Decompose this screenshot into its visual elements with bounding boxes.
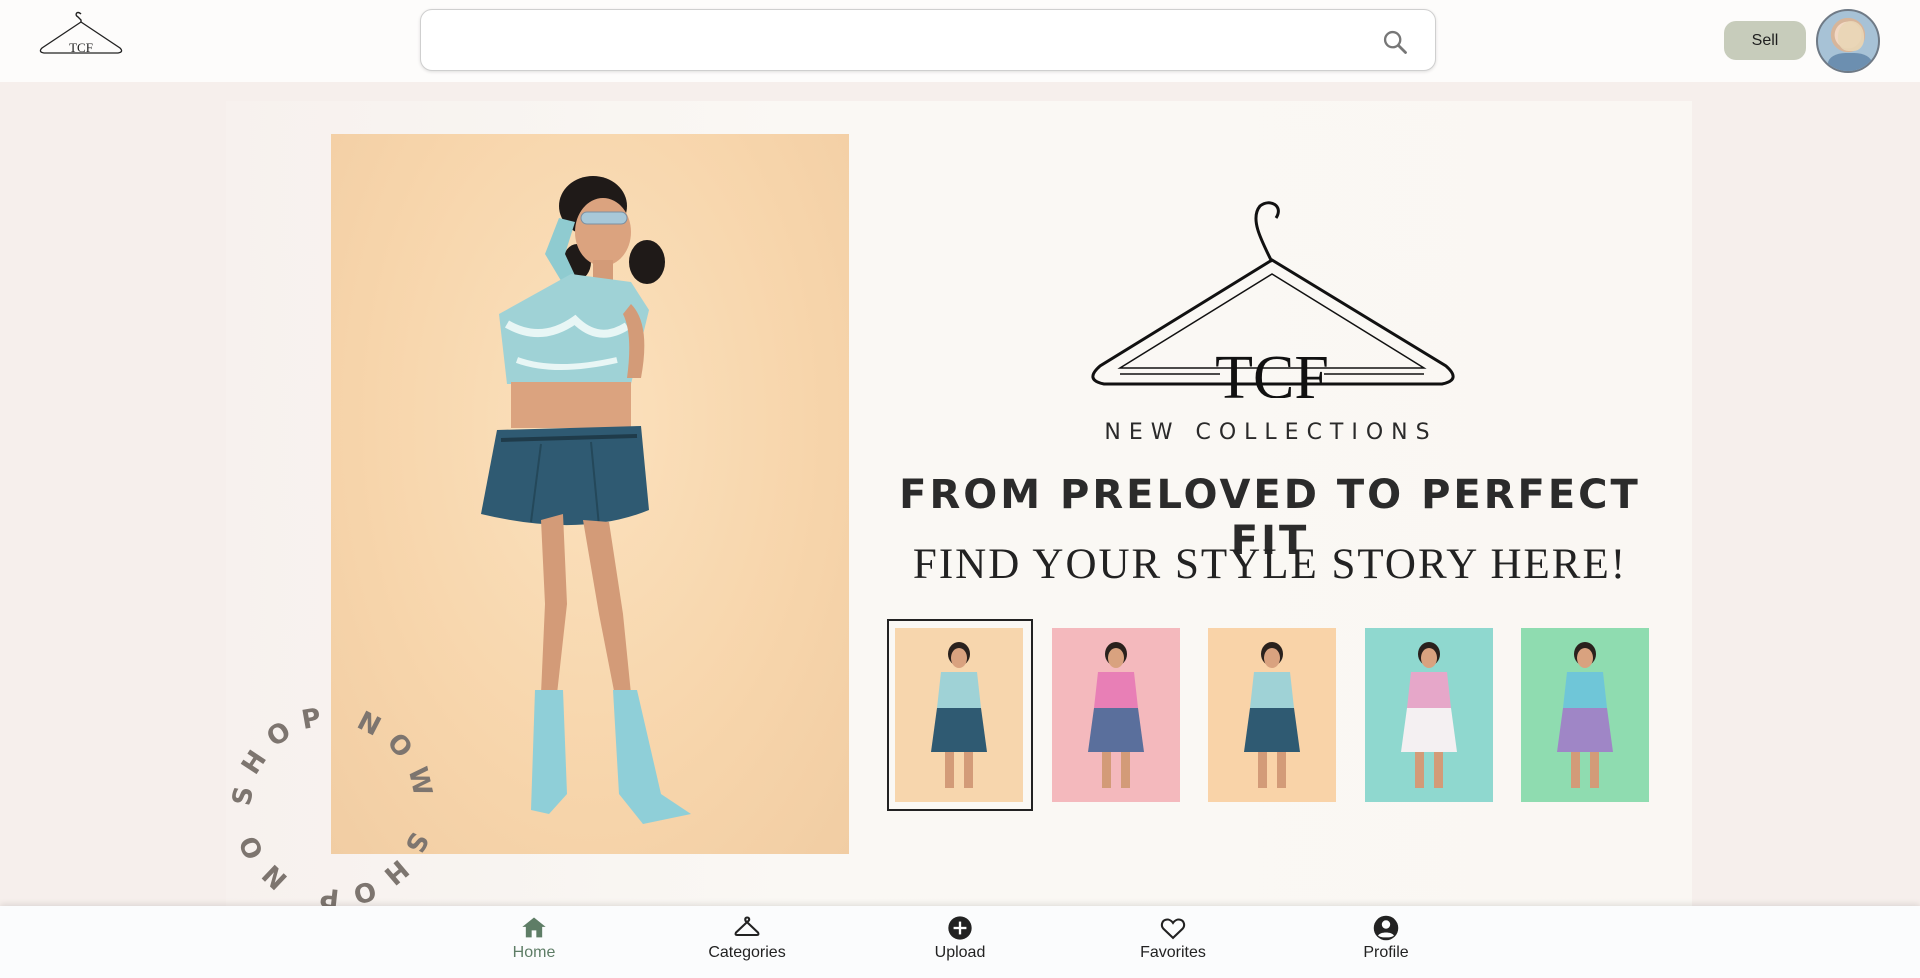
thumbnail-figure xyxy=(1244,642,1300,788)
nav-home-label: Home xyxy=(512,944,556,961)
shop-now-circle-text[interactable]: SHOP NOW SHOP NOW xyxy=(224,708,442,906)
nav-categories-label: Categories xyxy=(708,944,786,961)
tcf-logo[interactable]: TCF xyxy=(34,8,128,62)
nav-home[interactable]: Home xyxy=(464,914,604,972)
thumbnail-figure xyxy=(1401,642,1457,788)
hanger-icon xyxy=(734,916,760,937)
thumbnail-5[interactable] xyxy=(1521,628,1649,802)
thumbnail-figure xyxy=(1088,642,1144,788)
home-icon xyxy=(522,917,546,938)
search-input[interactable] xyxy=(437,20,1357,60)
search-icon[interactable] xyxy=(1381,28,1409,56)
thumbnail-3[interactable] xyxy=(1208,628,1336,802)
collection-tagline: NEW COLLECTIONS xyxy=(1104,420,1438,445)
nav-categories[interactable]: Categories xyxy=(677,914,817,972)
bottom-navigation: Home Categories Upload Favorites Profile xyxy=(0,906,1920,978)
thumbnail-figure xyxy=(1557,642,1613,788)
search-bar xyxy=(420,9,1436,71)
shop-now-text: SHOP NOW SHOP NOW xyxy=(224,708,428,906)
plus-circle-icon xyxy=(948,916,972,940)
nav-favorites-label: Favorites xyxy=(1140,944,1206,961)
thumbnail-4[interactable] xyxy=(1365,628,1493,802)
heart-icon xyxy=(1160,918,1186,940)
top-header: TCF Sell xyxy=(0,0,1920,82)
brand-text: TCF xyxy=(1215,344,1329,398)
tcf-brand-logo: TCF xyxy=(1091,201,1455,398)
account-circle-icon xyxy=(1373,915,1399,941)
nav-profile-label: Profile xyxy=(1363,944,1409,961)
avatar[interactable] xyxy=(1816,9,1880,73)
sell-button[interactable]: Sell xyxy=(1724,21,1806,60)
nav-upload-label: Upload xyxy=(934,944,986,961)
svg-text:SHOP NOW SHOP NOW: SHOP NOW SHOP NOW xyxy=(224,708,440,906)
nav-profile[interactable]: Profile xyxy=(1316,914,1456,972)
avatar-hair xyxy=(1838,21,1864,51)
selected-thumbnail-frame xyxy=(887,619,1033,811)
nav-upload[interactable]: Upload xyxy=(890,914,1030,972)
thumbnail-2[interactable] xyxy=(1052,628,1180,802)
hero-subheadline: FIND YOUR STYLE STORY HERE! xyxy=(912,541,1628,588)
nav-favorites[interactable]: Favorites xyxy=(1103,914,1243,972)
avatar-shirt xyxy=(1828,53,1872,71)
logo-text: TCF xyxy=(69,40,93,55)
